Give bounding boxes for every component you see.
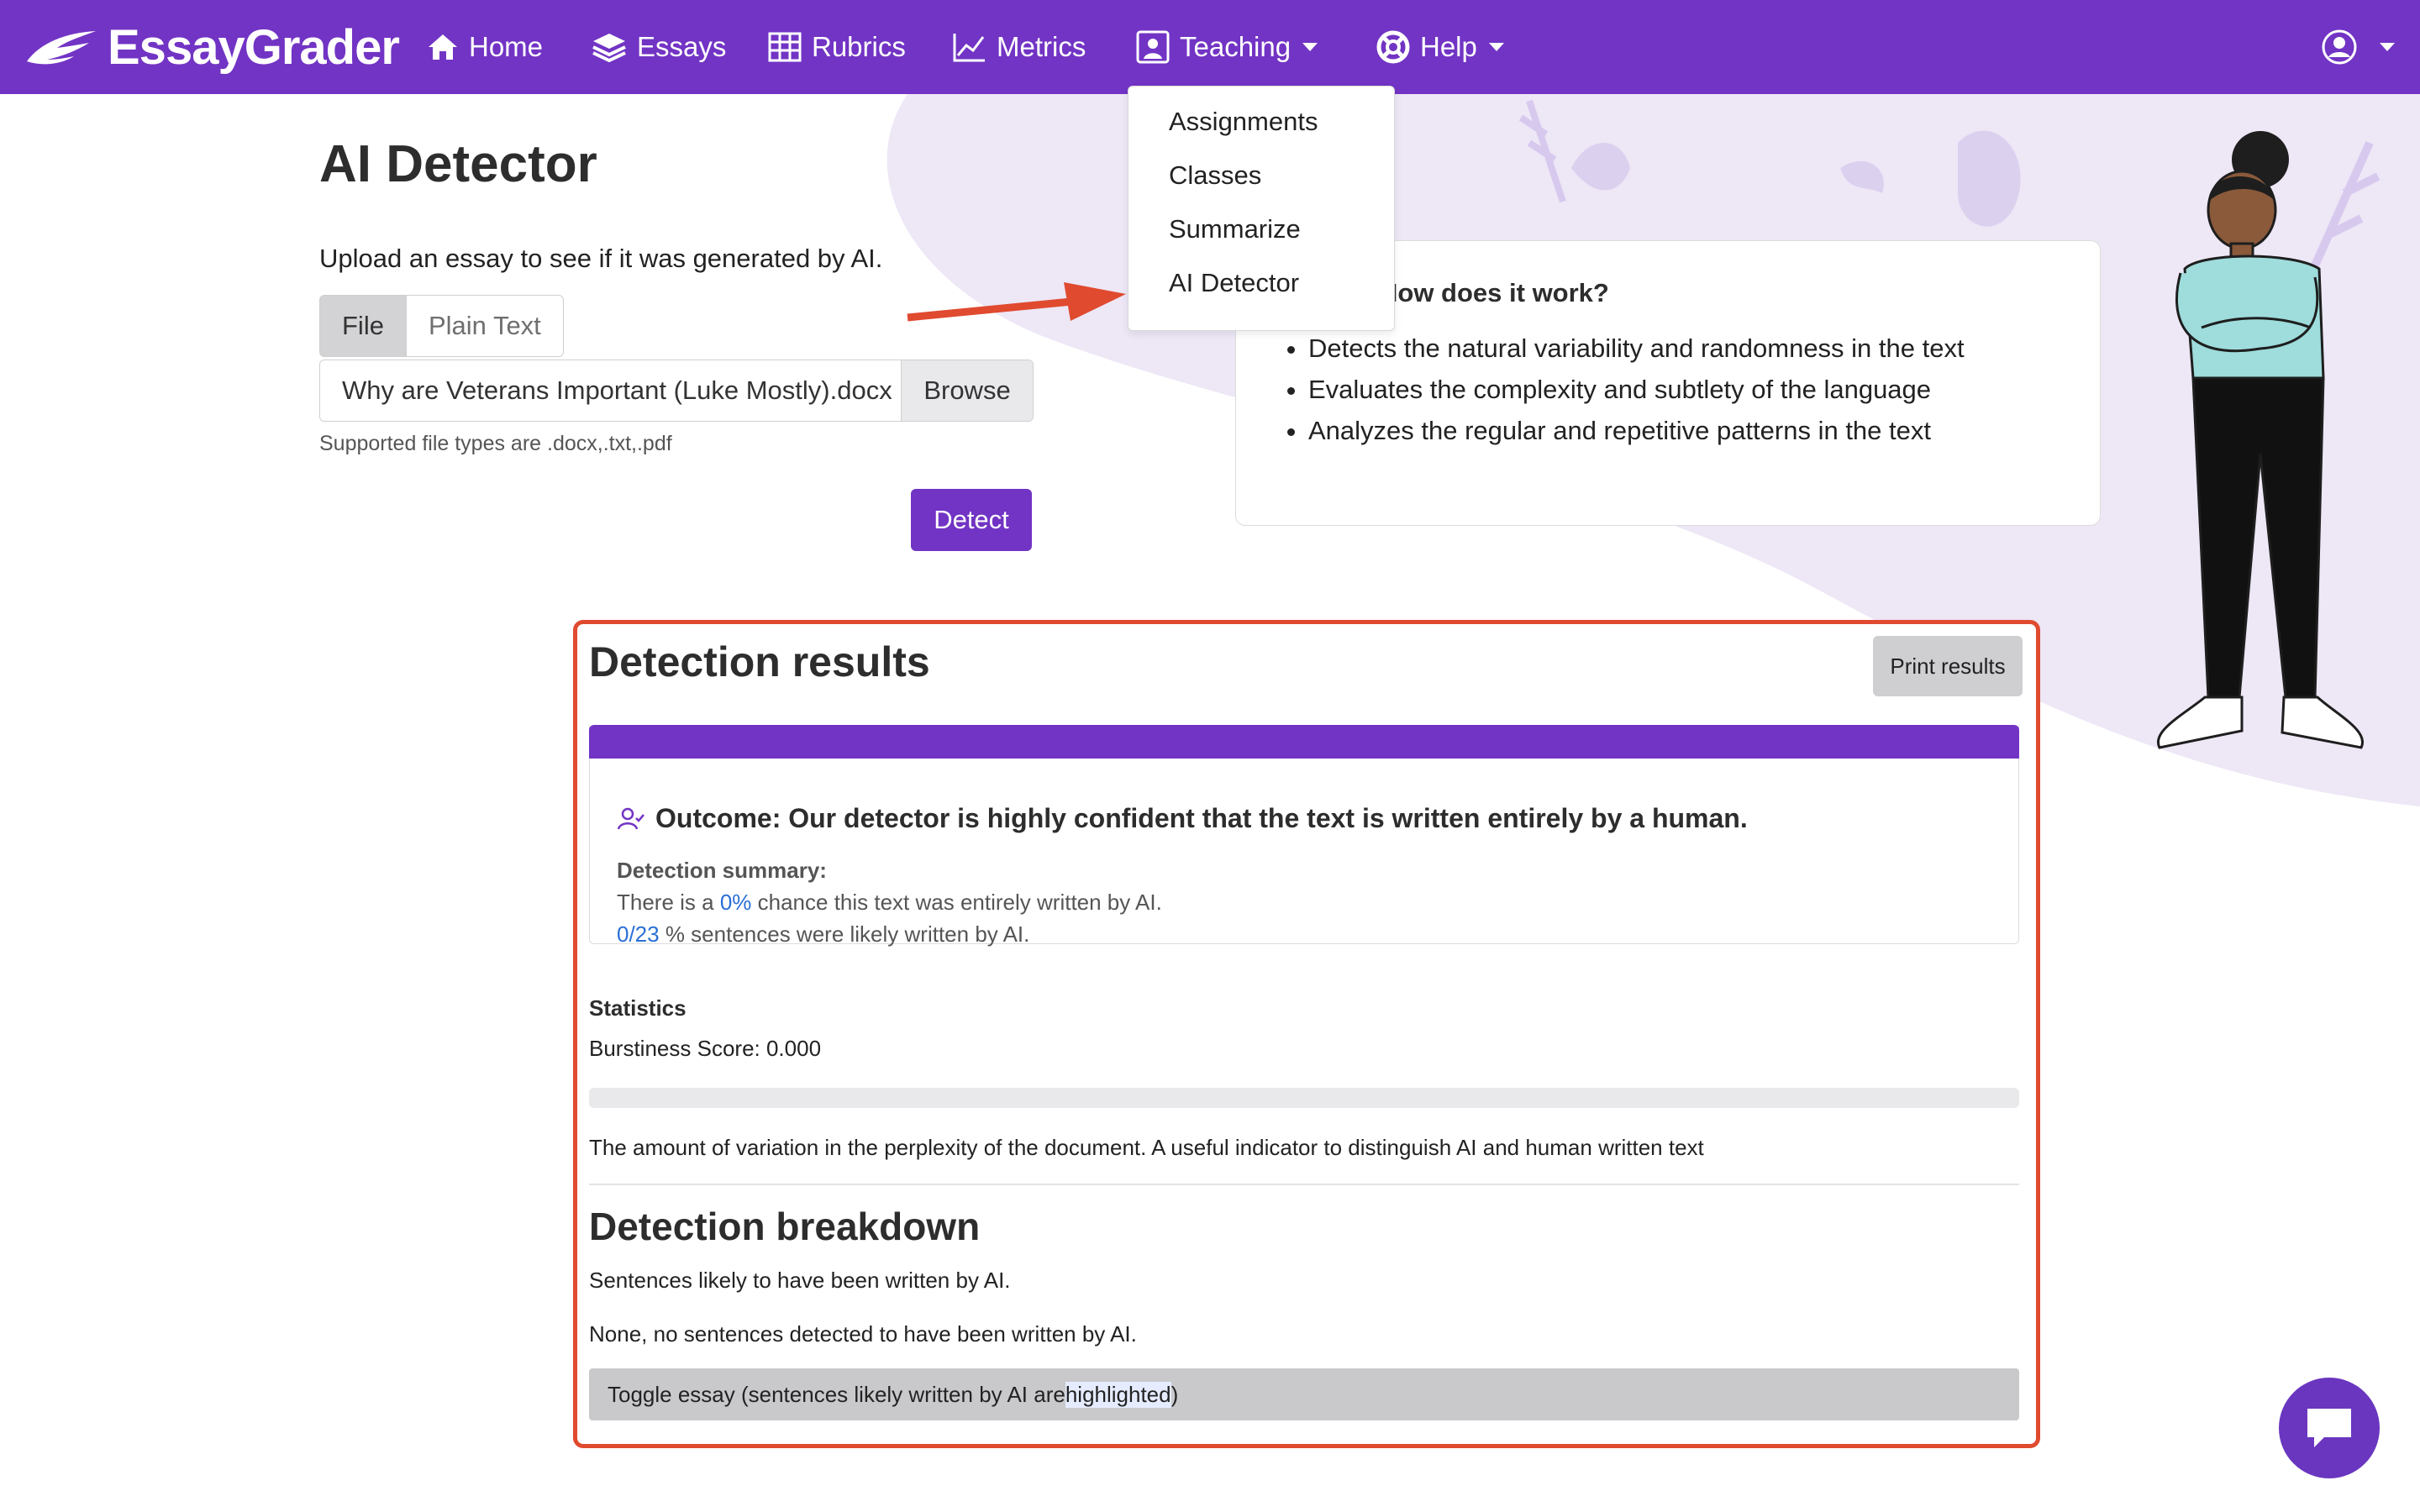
burstiness-description: The amount of variation in the perplexit…: [589, 1135, 1704, 1160]
file-name-display: Why are Veterans Important (Luke Mostly)…: [342, 375, 892, 405]
toggle-text: ): [1171, 1381, 1179, 1407]
brand-logo[interactable]: EssayGrader: [24, 19, 400, 76]
outcome-heading: Outcome: Our detector is highly confiden…: [617, 803, 1748, 834]
chat-bubble-icon: [2307, 1409, 2351, 1447]
nav-metrics[interactable]: Metrics: [953, 0, 1086, 94]
nav-essays-label: Essays: [637, 31, 727, 62]
ai-chance-value: 0%: [719, 890, 752, 915]
user-square-icon: [1136, 30, 1170, 64]
list-item: Evaluates the complexity and subtlety of…: [1308, 375, 1965, 405]
summary-line-chance: There is a 0% chance this text was entir…: [617, 890, 1162, 916]
file-upload-field[interactable]: Why are Veterans Important (Luke Mostly)…: [319, 360, 1034, 422]
nav-essays[interactable]: Essays: [592, 0, 726, 94]
intro-text: Upload an essay to see if it was generat…: [319, 244, 883, 273]
outcome-color-bar: [589, 725, 2019, 759]
menu-item-classes[interactable]: Classes: [1169, 160, 1261, 191]
results-title: Detection results: [589, 638, 930, 685]
nav-home[interactable]: Home: [427, 0, 543, 94]
nav-metrics-label: Metrics: [997, 31, 1086, 62]
nav-rubrics[interactable]: Rubrics: [768, 0, 906, 94]
teaching-dropdown-menu: Assignments Classes Summarize AI Detecto…: [1128, 86, 1395, 331]
layers-icon: [592, 34, 626, 62]
summary-line-sentences: 0/23 % sentences were likely written by …: [617, 921, 1029, 948]
chevron-down-icon: [1488, 43, 1504, 51]
tab-file[interactable]: File: [319, 295, 407, 357]
breakdown-title: Detection breakdown: [589, 1205, 981, 1248]
table-icon: [768, 32, 802, 62]
chart-line-icon: [953, 34, 985, 62]
chat-widget-button[interactable]: [2279, 1378, 2380, 1478]
browse-button[interactable]: Browse: [901, 360, 1033, 421]
summary-text: There is a: [617, 890, 720, 915]
how-it-works-title: How does it work?: [1379, 278, 1609, 307]
list-item: Analyzes the regular and repetitive patt…: [1308, 416, 1965, 446]
menu-item-assignments[interactable]: Assignments: [1169, 107, 1318, 137]
nav-home-label: Home: [469, 31, 544, 62]
user-circle-icon: [2322, 29, 2357, 65]
chevron-down-icon: [1302, 43, 1318, 51]
nav-help[interactable]: Help: [1376, 0, 1504, 94]
file-types-hint: Supported file types are .docx,.txt,.pdf: [319, 432, 672, 455]
page-title: AI Detector: [319, 135, 597, 193]
nav-teaching-label: Teaching: [1180, 31, 1292, 62]
detect-button[interactable]: Detect: [911, 489, 1032, 551]
toggle-text: Toggle essay (sentences likely written b…: [608, 1381, 1065, 1407]
toggle-essay-button[interactable]: Toggle essay (sentences likely written b…: [589, 1368, 2019, 1420]
burstiness-progress-bar: [589, 1088, 2019, 1108]
how-it-works-list: Detects the natural variability and rand…: [1283, 333, 1965, 457]
section-divider: [589, 1184, 2019, 1185]
input-mode-toggle: File Plain Text: [319, 295, 564, 357]
list-item: Detects the natural variability and rand…: [1308, 333, 1965, 364]
outcome-text: Outcome: Our detector is highly confiden…: [655, 803, 1748, 833]
account-menu[interactable]: [2321, 0, 2395, 94]
summary-heading: Detection summary:: [617, 858, 827, 883]
tab-plain-text[interactable]: Plain Text: [406, 295, 564, 357]
annotation-arrow: [907, 282, 1126, 322]
highlight-sample: highlighted: [1065, 1381, 1171, 1408]
detection-results-panel: Detection results Print results Outcome:…: [573, 620, 2040, 1448]
nav-teaching[interactable]: Teaching: [1136, 0, 1318, 94]
breakdown-none-message: None, no sentences detected to have been…: [589, 1321, 1137, 1347]
summary-text: % sentences were likely written by AI.: [659, 921, 1030, 947]
summary-text: chance this text was entirely written by…: [751, 890, 1162, 915]
lifebuoy-icon: [1376, 30, 1410, 64]
user-check-icon: [617, 807, 644, 830]
ai-sentence-count: 0/23: [617, 921, 660, 947]
breakdown-subtitle: Sentences likely to have been written by…: [589, 1268, 1011, 1293]
chevron-down-icon: [2380, 43, 2395, 51]
nav-rubrics-label: Rubrics: [812, 31, 906, 62]
brand-name: EssayGrader: [108, 19, 400, 75]
top-navbar: EssayGrader Home Essays Rubrics Metrics …: [0, 0, 2420, 94]
menu-item-ai-detector[interactable]: AI Detector: [1169, 268, 1299, 298]
print-results-button[interactable]: Print results: [1873, 636, 2023, 696]
nav-help-label: Help: [1420, 31, 1477, 62]
statistics-heading: Statistics: [589, 995, 687, 1021]
wing-logo-icon: [27, 31, 96, 65]
teacher-illustration: [2156, 131, 2365, 749]
menu-item-summarize[interactable]: Summarize: [1169, 214, 1301, 244]
burstiness-score: Burstiness Score: 0.000: [589, 1036, 822, 1061]
home-icon: [429, 34, 457, 60]
